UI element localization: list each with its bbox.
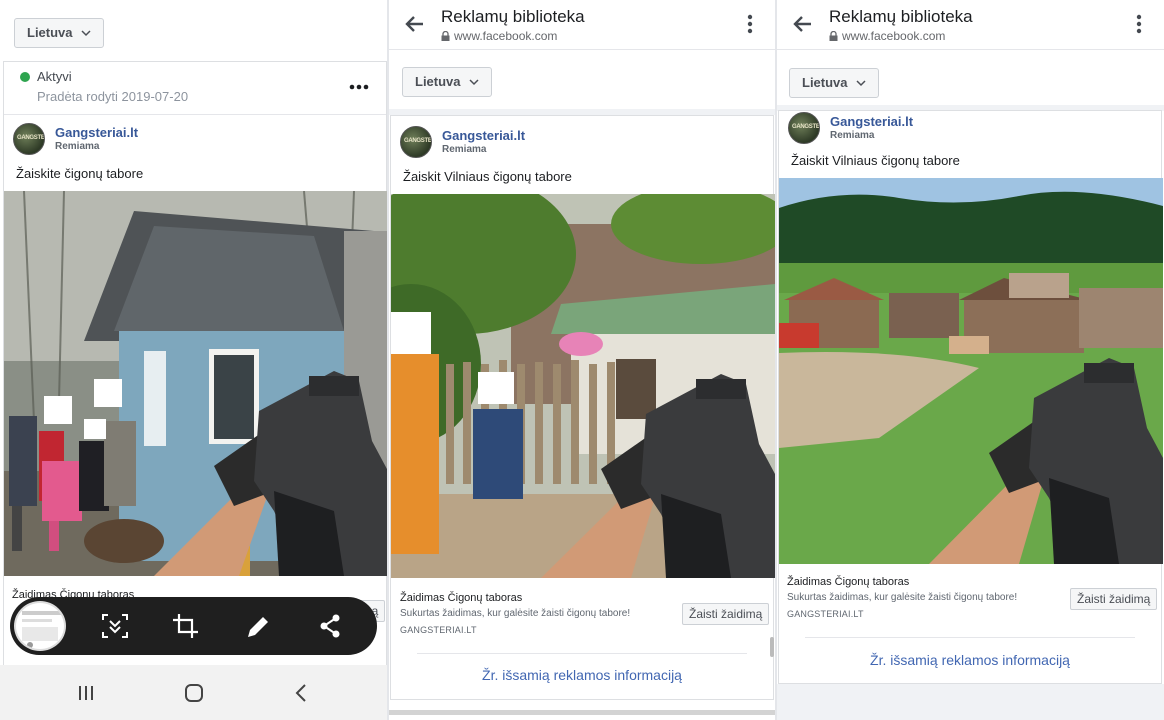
sponsored-label: Remiama: [830, 130, 875, 141]
avatar[interactable]: GANGSTERIAI: [13, 123, 45, 155]
country-select-label: Lietuva: [27, 25, 73, 40]
advertiser-name[interactable]: Gangsteriai.lt: [442, 128, 525, 143]
advertiser-name[interactable]: Gangsteriai.lt: [55, 125, 138, 140]
arrow-left-icon[interactable]: [403, 12, 427, 36]
lock-icon: [829, 31, 838, 41]
app-bar: Reklamų biblioteka www.facebook.com: [777, 0, 1164, 50]
cta-title: Žaidimas Čigonų taboras: [787, 576, 910, 588]
ad-image[interactable]: [391, 194, 775, 578]
ad-text: Žaiskit Vilniaus čigonų tabore: [403, 169, 572, 184]
see-ad-details-link[interactable]: Žr. išsamią reklamos informaciją: [779, 652, 1161, 668]
avatar[interactable]: GANGSTERIAI: [788, 112, 820, 144]
see-ad-details-link[interactable]: Žr. išsamią reklamos informaciją: [391, 667, 773, 683]
more-vertical-icon[interactable]: [747, 14, 753, 34]
scroll-capture-icon[interactable]: [101, 613, 129, 639]
divider: [805, 637, 1135, 638]
ad-card: Aktyvi Pradėta rodyti 2019-07-20 GANGSTE…: [3, 61, 387, 671]
android-nav-bar: [0, 665, 387, 720]
share-icon[interactable]: [316, 613, 344, 639]
play-game-button[interactable]: Žaisti žaidimą: [1070, 588, 1158, 610]
chevron-down-icon: [80, 30, 91, 37]
url-text: www.facebook.com: [842, 29, 946, 43]
home-icon[interactable]: [184, 683, 204, 703]
ad-image-illustration: [779, 178, 1163, 564]
sponsored-label: Remiama: [55, 141, 100, 152]
scrollbar-thumb[interactable]: [770, 637, 774, 657]
cta-domain: GANGSTERIAI.LT: [400, 625, 477, 635]
more-horizontal-icon[interactable]: [349, 84, 369, 90]
screenshot-panel-2: Reklamų biblioteka www.facebook.com Liet…: [389, 0, 775, 720]
screenshot-panel-1: Lietuva Aktyvi Pradėta rodyti 2019-07-20…: [0, 0, 387, 720]
screenshot-toolbar: [10, 597, 377, 655]
screenshot-thumbnail[interactable]: [14, 601, 66, 651]
cta-domain: GANGSTERIAI.LT: [787, 609, 864, 619]
arrow-left-icon[interactable]: [791, 12, 815, 36]
ad-image[interactable]: [4, 191, 387, 576]
country-select-label: Lietuva: [802, 75, 848, 90]
app-bar: Reklamų biblioteka www.facebook.com: [389, 0, 775, 50]
url-text: www.facebook.com: [454, 29, 558, 43]
divider: [417, 653, 747, 654]
advertiser-name[interactable]: Gangsteriai.lt: [830, 114, 913, 129]
ad-image-illustration: [4, 191, 387, 576]
app-title: Reklamų biblioteka: [441, 7, 585, 26]
page-url: www.facebook.com: [829, 29, 945, 43]
screenshot-panel-3: Reklamų biblioteka www.facebook.com Liet…: [777, 0, 1164, 720]
ad-text: Žaiskite čigonų tabore: [16, 166, 144, 181]
status-label: Aktyvi: [37, 69, 72, 84]
ad-card: GANGSTERIAI Gangsteriai.lt Remiama Žaisk…: [778, 110, 1163, 684]
nav-back-icon[interactable]: [292, 683, 312, 703]
avatar[interactable]: GANGSTERIAI: [400, 126, 432, 158]
sponsored-label: Remiama: [442, 144, 487, 155]
cta-description: Sukurtas žaidimas, kur galėsite žaisti č…: [400, 608, 631, 619]
cta-description: Sukurtas žaidimas, kur galėsite žaisti č…: [787, 592, 1018, 603]
country-select[interactable]: Lietuva: [402, 67, 492, 97]
app-title: Reklamų biblioteka: [829, 7, 973, 26]
page-url: www.facebook.com: [441, 29, 557, 43]
country-select[interactable]: Lietuva: [14, 18, 104, 48]
chevron-down-icon: [855, 80, 866, 87]
country-select[interactable]: Lietuva: [789, 68, 879, 98]
cta-title: Žaidimas Čigonų taboras: [400, 592, 523, 604]
ad-image-illustration: [391, 194, 775, 578]
more-vertical-icon[interactable]: [1136, 14, 1142, 34]
page-background: [777, 684, 1164, 720]
lock-icon: [441, 31, 450, 41]
play-game-button[interactable]: Žaisti žaidimą: [682, 603, 770, 625]
pencil-icon[interactable]: [244, 613, 272, 639]
horizontal-scrollbar[interactable]: [389, 710, 775, 715]
active-status-dot: [20, 72, 30, 82]
start-date: Pradėta rodyti 2019-07-20: [37, 89, 189, 104]
crop-icon[interactable]: [172, 613, 200, 639]
ad-text: Žaiskit Vilniaus čigonų tabore: [791, 153, 960, 168]
divider: [4, 114, 386, 115]
recents-icon[interactable]: [76, 683, 96, 703]
ad-card: GANGSTERIAI Gangsteriai.lt Remiama Žaisk…: [390, 115, 775, 700]
ad-image[interactable]: [779, 178, 1163, 564]
country-select-label: Lietuva: [415, 74, 461, 89]
chevron-down-icon: [468, 79, 479, 86]
